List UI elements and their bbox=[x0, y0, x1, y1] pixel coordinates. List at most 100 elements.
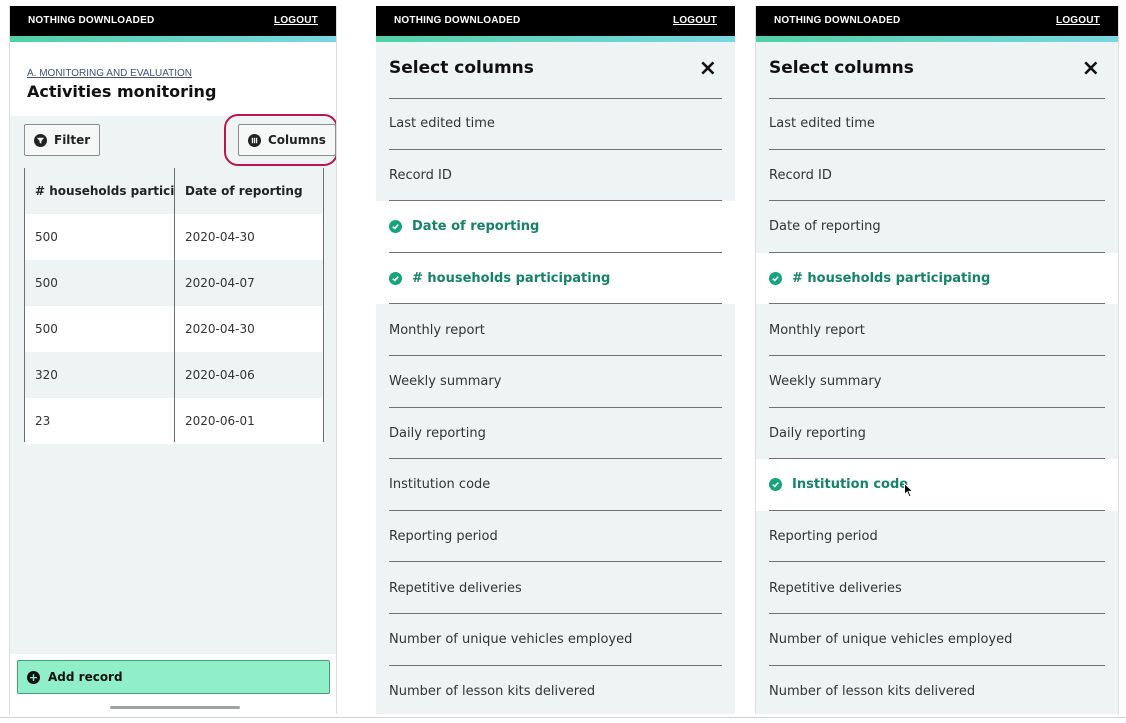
column-option-label: Number of unique vehicles employed bbox=[389, 632, 633, 648]
column-option[interactable]: # households participating bbox=[376, 252, 735, 305]
page-header: A. MONITORING AND EVALUATION Activities … bbox=[10, 42, 336, 116]
column-option[interactable]: Date of reporting bbox=[376, 201, 735, 253]
column-option-label: Number of lesson kits delivered bbox=[769, 683, 976, 699]
breadcrumb[interactable]: A. MONITORING AND EVALUATION bbox=[27, 68, 192, 79]
column-list: Last edited time Record ID Date of reporti… bbox=[756, 98, 1118, 714]
column-list: Last edited time Record ID Date of reporti… bbox=[376, 98, 735, 714]
toolbar: Filter Columns bbox=[10, 114, 336, 168]
column-option-label: Institution code bbox=[792, 477, 909, 493]
column-option-label: Number of lesson kits delivered bbox=[389, 683, 596, 699]
cell-date: 2020-04-30 bbox=[185, 230, 255, 244]
check-circle-icon bbox=[769, 272, 782, 286]
column-option[interactable]: Repetitive deliveries bbox=[756, 562, 1118, 614]
add-record-label: Add record bbox=[48, 670, 123, 684]
header-households[interactable]: # households partici... bbox=[24, 168, 174, 214]
column-option[interactable]: Last edited time bbox=[756, 98, 1118, 150]
mouse-cursor-icon bbox=[904, 482, 915, 502]
column-option-label: Last edited time bbox=[389, 116, 495, 132]
column-option[interactable]: Daily reporting bbox=[376, 408, 735, 460]
column-option[interactable]: Weekly summary bbox=[756, 356, 1118, 408]
logout-link[interactable]: LOGOUT bbox=[1056, 15, 1100, 26]
columns-button[interactable]: Columns bbox=[238, 124, 336, 156]
table-border-left bbox=[24, 168, 25, 442]
close-icon[interactable]: × bbox=[1082, 58, 1100, 80]
column-option-label: Weekly summary bbox=[769, 374, 882, 390]
cell-households: 320 bbox=[35, 368, 58, 382]
filter-button[interactable]: Filter bbox=[24, 124, 101, 156]
check-circle-icon bbox=[389, 220, 402, 234]
column-option-label: Date of reporting bbox=[412, 219, 540, 235]
column-option-label: Repetitive deliveries bbox=[769, 580, 902, 596]
activities-screen: NOTHING DOWNLOADED LOGOUT A. MONITORING … bbox=[9, 6, 337, 714]
cell-date: 2020-04-06 bbox=[185, 368, 255, 382]
column-option[interactable]: Number of lesson kits delivered bbox=[376, 666, 735, 714]
column-option-label: Record ID bbox=[769, 167, 832, 183]
column-option[interactable]: Daily reporting bbox=[756, 408, 1118, 460]
cell-households: 23 bbox=[35, 414, 51, 428]
home-indicator bbox=[110, 706, 240, 709]
column-option-label: # households participating bbox=[792, 271, 991, 287]
check-circle-icon bbox=[389, 272, 402, 286]
top-bar: NOTHING DOWNLOADED LOGOUT bbox=[376, 6, 735, 36]
column-option-label: Daily reporting bbox=[389, 425, 486, 441]
panel-title: Select columns bbox=[769, 58, 914, 78]
column-option[interactable]: # households participating bbox=[756, 252, 1118, 305]
accent-stripe bbox=[756, 36, 1118, 42]
column-option-label: Reporting period bbox=[769, 529, 878, 545]
table-border-right bbox=[323, 168, 324, 442]
column-option[interactable]: Repetitive deliveries bbox=[376, 562, 735, 614]
column-option[interactable]: Date of reporting bbox=[756, 201, 1118, 253]
download-status: NOTHING DOWNLOADED bbox=[394, 15, 521, 26]
cell-households: 500 bbox=[35, 276, 58, 290]
cell-date: 2020-06-01 bbox=[185, 414, 255, 428]
columns-icon bbox=[248, 133, 261, 147]
screenshot-frame bbox=[0, 717, 1126, 718]
close-icon[interactable]: × bbox=[699, 58, 717, 80]
select-columns-screen-after: NOTHING DOWNLOADED LOGOUT Select columns… bbox=[755, 6, 1119, 714]
column-option-label: Institution code bbox=[389, 477, 491, 493]
column-option[interactable]: Last edited time bbox=[376, 98, 735, 150]
cell-date: 2020-04-07 bbox=[185, 276, 255, 290]
filter-icon bbox=[34, 133, 47, 147]
footer: + Add record bbox=[10, 654, 336, 714]
top-bar: NOTHING DOWNLOADED LOGOUT bbox=[10, 6, 336, 36]
add-record-button[interactable]: + Add record bbox=[17, 660, 330, 694]
select-columns-screen-before: NOTHING DOWNLOADED LOGOUT Select columns… bbox=[376, 6, 735, 714]
columns-label: Columns bbox=[268, 133, 326, 147]
column-option[interactable]: Record ID bbox=[756, 150, 1118, 202]
column-option[interactable]: Record ID bbox=[376, 150, 735, 202]
table-divider bbox=[174, 168, 175, 442]
column-option-label: Date of reporting bbox=[769, 219, 881, 235]
column-option-label: Repetitive deliveries bbox=[389, 580, 522, 596]
records-table: # households partici... Date of reportin… bbox=[24, 168, 324, 444]
logout-link[interactable]: LOGOUT bbox=[274, 15, 318, 26]
column-option[interactable]: Weekly summary bbox=[376, 356, 735, 408]
column-option[interactable]: Number of unique vehicles employed bbox=[376, 614, 735, 666]
top-bar: NOTHING DOWNLOADED LOGOUT bbox=[756, 6, 1118, 36]
column-option-label: Last edited time bbox=[769, 116, 875, 132]
logout-link[interactable]: LOGOUT bbox=[673, 15, 717, 26]
column-option[interactable]: Reporting period bbox=[756, 511, 1118, 563]
download-status: NOTHING DOWNLOADED bbox=[28, 15, 155, 26]
column-option-label: Monthly report bbox=[769, 322, 865, 338]
column-option-label: Record ID bbox=[389, 167, 452, 183]
column-option[interactable]: Number of lesson kits delivered bbox=[756, 666, 1118, 714]
download-status: NOTHING DOWNLOADED bbox=[774, 15, 901, 26]
column-option[interactable]: Number of unique vehicles employed bbox=[756, 614, 1118, 666]
page-title: Activities monitoring bbox=[27, 82, 217, 101]
plus-circle-icon: + bbox=[27, 670, 40, 684]
filter-label: Filter bbox=[54, 133, 91, 147]
column-option[interactable]: Monthly report bbox=[756, 304, 1118, 356]
column-option-label: Reporting period bbox=[389, 529, 498, 545]
cell-households: 500 bbox=[35, 230, 58, 244]
column-option[interactable]: Monthly report bbox=[376, 304, 735, 356]
panel-title: Select columns bbox=[389, 58, 534, 78]
column-option[interactable]: Reporting period bbox=[376, 511, 735, 563]
column-option[interactable]: Institution code bbox=[756, 459, 1118, 511]
column-option-label: Monthly report bbox=[389, 322, 485, 338]
column-option[interactable]: Institution code bbox=[376, 459, 735, 511]
accent-stripe bbox=[376, 36, 735, 42]
header-date[interactable]: Date of reporting bbox=[174, 168, 324, 214]
check-circle-icon bbox=[769, 478, 782, 492]
cell-households: 500 bbox=[35, 322, 58, 336]
